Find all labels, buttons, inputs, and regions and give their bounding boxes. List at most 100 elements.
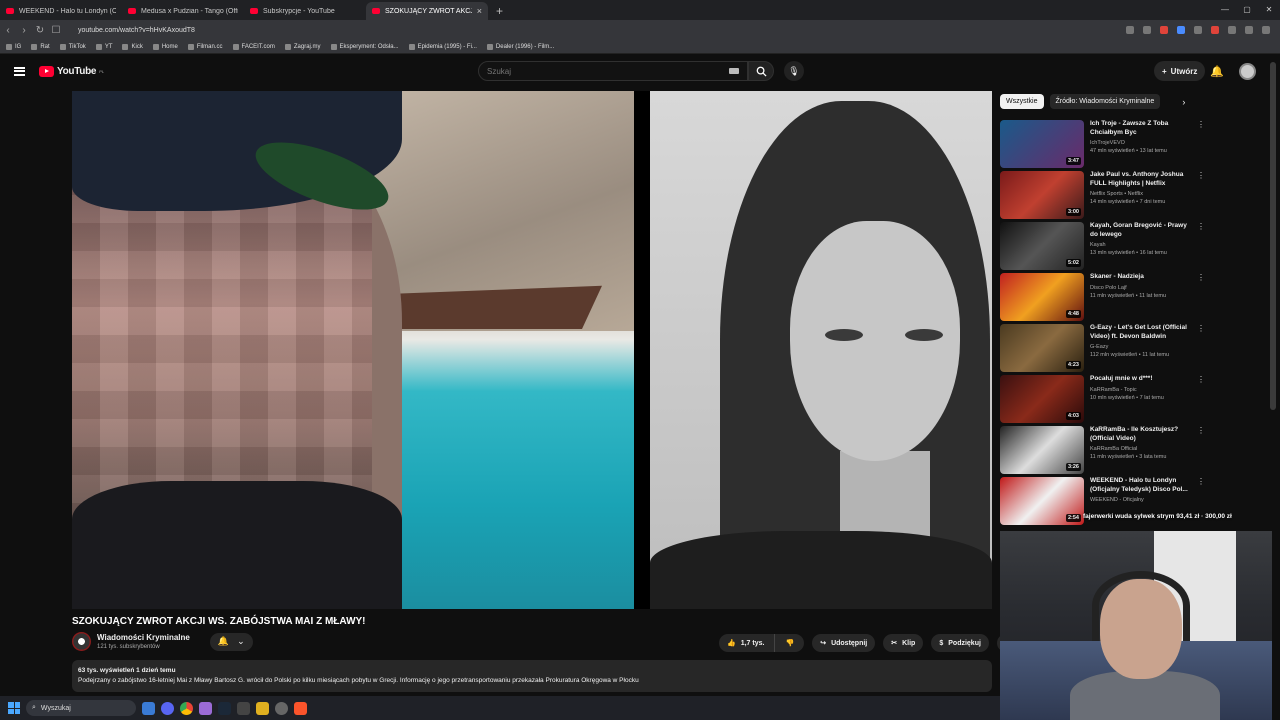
obs-icon[interactable]: [275, 701, 288, 715]
bookmark-item[interactable]: Rat: [31, 43, 50, 50]
rec-channel[interactable]: KaRRamBa Official: [1090, 446, 1191, 452]
rec-channel[interactable]: Kayah: [1090, 242, 1191, 248]
video-thumbnail[interactable]: 3:00: [1000, 171, 1084, 219]
list-item[interactable]: 3:00 Jake Paul vs. Anthony Joshua FULL H…: [1000, 171, 1205, 219]
more-vert-icon[interactable]: ⋮: [1197, 375, 1205, 423]
extension-icon[interactable]: [1228, 26, 1236, 34]
list-item[interactable]: 4:48 Skaner - Nadzieja Disco Polo Lajf 1…: [1000, 273, 1205, 321]
list-item[interactable]: 3:47 Ich Troje - Zawsze Z Toba Chciałbym…: [1000, 120, 1205, 168]
bookmark-item[interactable]: YT: [95, 43, 112, 50]
bookmark-item[interactable]: IG: [6, 43, 21, 50]
bookmark-item[interactable]: TikTok: [59, 43, 86, 50]
channel-name[interactable]: Wiadomości Kryminalne: [97, 633, 190, 642]
more-vert-icon[interactable]: ⋮: [1197, 426, 1205, 474]
windows-start-icon[interactable]: [8, 702, 20, 714]
rec-title[interactable]: KaRRamBa - Ile Kosztujesz? (Official Vid…: [1090, 426, 1191, 443]
app-icon[interactable]: [256, 701, 269, 715]
video-thumbnail[interactable]: 5:02: [1000, 222, 1084, 270]
voice-search-button[interactable]: 🎙: [784, 61, 804, 81]
description-box[interactable]: 63 tys. wyświetleń 1 dzień temu Podejrza…: [72, 660, 992, 692]
search-button[interactable]: [748, 61, 774, 81]
share-icon[interactable]: [1143, 26, 1151, 34]
app-icon[interactable]: [237, 701, 250, 715]
browser-tab-active[interactable]: SZOKUJĄCY ZWROT AKCJI W×: [366, 2, 488, 20]
video-thumbnail[interactable]: 3:47: [1000, 120, 1084, 168]
chevron-right-icon[interactable]: ›: [1182, 97, 1185, 107]
list-item[interactable]: 4:03 Pocałuj mnie w d***! KaRRamBa - Top…: [1000, 375, 1205, 423]
extension-icon[interactable]: [1194, 26, 1202, 34]
minimize-icon[interactable]: —: [1214, 0, 1236, 20]
list-item[interactable]: 4:23 G-Eazy - Let's Get Lost (Official V…: [1000, 324, 1205, 372]
list-item[interactable]: 5:02 Kayah, Goran Bregović - Prawy do le…: [1000, 222, 1205, 270]
rec-title[interactable]: Jake Paul vs. Anthony Joshua FULL Highli…: [1090, 171, 1191, 188]
extension-icon[interactable]: [1126, 26, 1134, 34]
like-button[interactable]: 👍 1,7 tys.: [719, 634, 775, 652]
rec-channel[interactable]: G-Eazy: [1090, 344, 1191, 350]
new-tab-button[interactable]: +: [488, 2, 511, 20]
bookmark-item[interactable]: Eksperyment: Odsła...: [330, 43, 399, 50]
list-item[interactable]: 3:26 KaRRamBa - Ile Kosztujesz? (Officia…: [1000, 426, 1205, 474]
download-icon[interactable]: [1245, 26, 1253, 34]
page-scrollbar[interactable]: [1270, 62, 1276, 410]
bookmark-item[interactable]: Zagraj.my: [284, 43, 321, 50]
url-field[interactable]: youtube.com/watch?v=hHvKAxoudT8: [78, 27, 1126, 34]
dislike-button[interactable]: 👎: [774, 634, 805, 652]
rec-title[interactable]: Ich Troje - Zawsze Z Toba Chciałbym Byc: [1090, 120, 1191, 137]
bookmark-item[interactable]: Kick: [122, 43, 143, 50]
chrome-icon[interactable]: [180, 701, 193, 715]
channel-avatar[interactable]: [72, 632, 91, 651]
rec-channel[interactable]: IchTrojeVEVO: [1090, 140, 1191, 146]
more-vert-icon[interactable]: ⋮: [1197, 171, 1205, 219]
close-tab-icon[interactable]: ×: [477, 6, 482, 16]
video-thumbnail[interactable]: 4:03: [1000, 375, 1084, 423]
rec-channel[interactable]: Netflix Sports • Netflix: [1090, 191, 1191, 197]
rec-title[interactable]: Skaner - Nadzieja: [1090, 273, 1191, 282]
browser-tab-3[interactable]: Subskrypcje - YouTube: [244, 2, 366, 20]
rec-channel[interactable]: Disco Polo Lajf: [1090, 285, 1191, 291]
close-window-icon[interactable]: ✕: [1258, 0, 1280, 20]
more-vert-icon[interactable]: ⋮: [1197, 273, 1205, 321]
extension-icon[interactable]: [1177, 26, 1185, 34]
brave-shield-icon[interactable]: [1160, 26, 1168, 34]
chip-source[interactable]: Źródło: Wiadomości Kryminalne: [1049, 94, 1161, 109]
avatar[interactable]: [1239, 62, 1256, 80]
notifications-bell-icon[interactable]: 🔔: [1210, 65, 1224, 78]
more-vert-icon[interactable]: ⋮: [1197, 120, 1205, 168]
app-icon[interactable]: [199, 701, 212, 715]
back-icon[interactable]: ‹: [0, 25, 16, 36]
rec-title[interactable]: Kayah, Goran Bregović - Prawy do lewego: [1090, 222, 1191, 239]
steam-icon[interactable]: [218, 701, 231, 715]
create-button[interactable]: + Utwórz: [1154, 61, 1206, 81]
browser-tab-2[interactable]: Medusa x Pudzian - Tango (Official V: [122, 2, 244, 20]
bookmark-item[interactable]: Filman.cc: [187, 43, 223, 50]
rec-channel[interactable]: KaRRamBa - Topic: [1090, 387, 1191, 393]
brave-icon[interactable]: [294, 701, 307, 715]
hamburger-menu-icon[interactable]: [14, 66, 25, 76]
clip-button[interactable]: ✂ Klip: [883, 634, 924, 652]
rec-title[interactable]: Pocałuj mnie w d***!: [1090, 375, 1191, 384]
rec-title[interactable]: WEEKEND - Halo tu Londyn (Oficjalny Tele…: [1090, 477, 1191, 494]
youtube-logo[interactable]: YouTube PL: [39, 65, 104, 77]
thanks-button[interactable]: $ Podziękuj: [931, 634, 989, 652]
video-player[interactable]: [72, 91, 992, 609]
chip-all[interactable]: Wszystkie: [1000, 94, 1044, 109]
more-vert-icon[interactable]: ⋮: [1197, 324, 1205, 372]
video-thumbnail[interactable]: 4:48: [1000, 273, 1084, 321]
share-button[interactable]: ↪ Udostępnij: [812, 634, 876, 652]
forward-icon[interactable]: ›: [16, 25, 32, 36]
subscription-notify-button[interactable]: 🔔 ⌄: [209, 632, 253, 651]
maximize-icon[interactable]: ▢: [1236, 0, 1258, 20]
more-vert-icon[interactable]: ⋮: [1197, 222, 1205, 270]
taskbar-search[interactable]: ⌕ Wyszukaj: [26, 700, 136, 716]
rec-title[interactable]: G-Eazy - Let's Get Lost (Official Video)…: [1090, 324, 1191, 341]
reload-icon[interactable]: ↻: [32, 25, 48, 36]
browser-tab-1[interactable]: WEEKEND - Halo tu Londyn (Oficjaln: [0, 2, 122, 20]
file-explorer-icon[interactable]: [142, 701, 155, 715]
menu-icon[interactable]: [1262, 26, 1270, 34]
bookmark-item[interactable]: FACEIT.com: [232, 43, 275, 50]
rec-channel[interactable]: WEEKEND - Oficjalny: [1090, 497, 1191, 503]
bookmark-item[interactable]: Home: [152, 43, 178, 50]
search-input[interactable]: [487, 66, 729, 76]
video-thumbnail[interactable]: 3:26: [1000, 426, 1084, 474]
video-thumbnail[interactable]: 2:54: [1000, 477, 1084, 525]
